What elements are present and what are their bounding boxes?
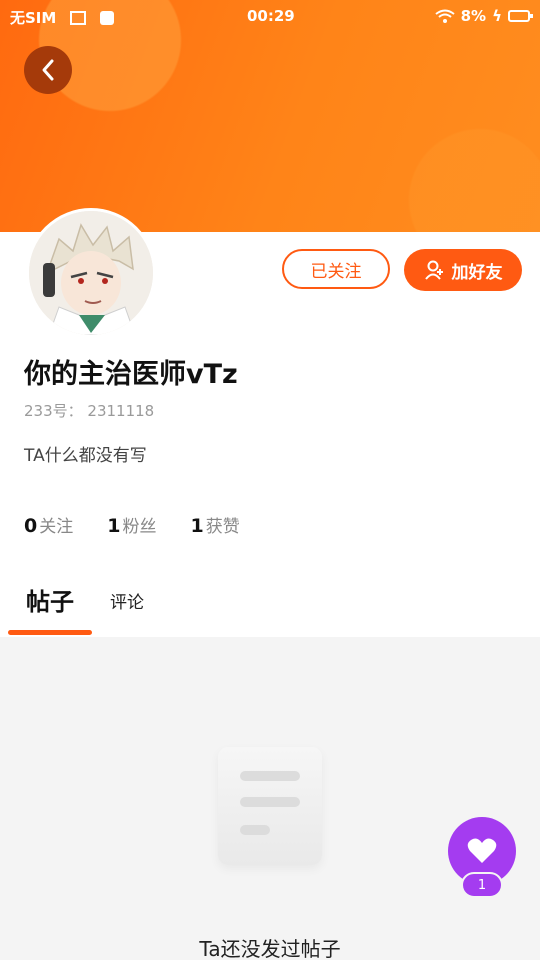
empty-document-icon: [218, 747, 322, 865]
active-tab-indicator: [8, 630, 92, 635]
stat-following[interactable]: 0 关注: [24, 512, 73, 537]
empty-state-text: Ta还没发过帖子: [199, 937, 341, 961]
avatar-image: [29, 211, 153, 335]
storage-icon: [100, 10, 115, 25]
following-count: 0: [24, 515, 38, 537]
carrier-label: 无SIM: [10, 9, 57, 27]
likes-count: 1: [190, 515, 204, 537]
followers-count: 1: [107, 515, 121, 537]
screenshot-icon: [70, 10, 87, 25]
username: 你的主治医师vTz: [24, 359, 238, 390]
user-id-value: 2311118: [87, 402, 155, 420]
bio: TA什么都没有写: [24, 446, 147, 466]
add-friend-button[interactable]: 加好友: [404, 249, 522, 291]
posts-content-area: Ta还没发过帖子: [0, 637, 540, 961]
tab-bar: 帖子 评论: [0, 576, 540, 636]
like-count-badge: 1: [461, 872, 503, 898]
charging-icon: ϟ: [492, 7, 502, 25]
tab-posts[interactable]: 帖子: [26, 582, 74, 617]
followed-label: 已关注: [310, 261, 362, 282]
add-user-icon: [424, 260, 443, 280]
profile-header-banner: 无SIM 00:29 8% ϟ: [0, 0, 540, 232]
chevron-left-icon: [42, 59, 54, 81]
avatar[interactable]: [26, 208, 156, 338]
following-label: 关注: [39, 517, 74, 537]
back-button[interactable]: [24, 46, 72, 94]
user-id-label: 233号：: [24, 402, 83, 420]
add-friend-label: 加好友: [451, 262, 503, 283]
heart-icon: [467, 838, 497, 863]
tab-comments[interactable]: 评论: [110, 588, 144, 613]
battery-percent: 8%: [460, 7, 487, 25]
clock: 00:29: [247, 7, 295, 25]
user-id: 233号： 2311118: [24, 400, 154, 421]
followers-label: 粉丝: [122, 517, 157, 537]
followed-button[interactable]: 已关注: [282, 249, 390, 289]
wifi-icon: [435, 9, 455, 23]
battery-icon: [508, 10, 533, 22]
status-bar: 无SIM 00:29 8% ϟ: [0, 0, 540, 34]
likes-label: 获赞: [205, 517, 240, 537]
stats-row: 0 关注 1 粉丝 1 获赞: [24, 512, 240, 537]
stat-likes[interactable]: 1 获赞: [190, 512, 239, 537]
stat-followers[interactable]: 1 粉丝: [107, 512, 156, 537]
